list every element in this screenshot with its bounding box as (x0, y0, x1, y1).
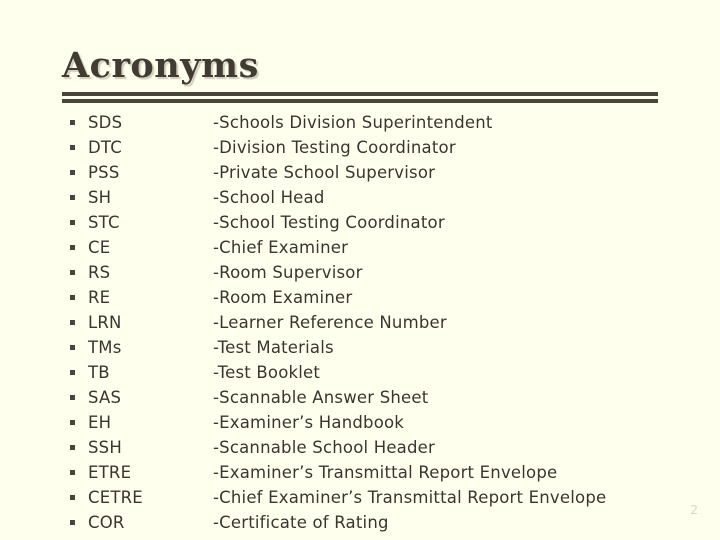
square-bullet-icon (70, 520, 75, 525)
acronym-term: SH (88, 188, 112, 207)
acronym-definition: -Certificate of Rating (213, 513, 389, 532)
acronym-term: COR (88, 513, 125, 532)
square-bullet-icon (70, 245, 75, 250)
acronym-term: SSH (88, 438, 122, 457)
list-item: DTC -Division Testing Coordinator (62, 135, 682, 160)
title-block: Acronyms (62, 45, 662, 86)
list-item: COR -Certificate of Rating (62, 510, 682, 535)
list-item: TB -Test Booklet (62, 360, 682, 385)
square-bullet-icon (70, 195, 75, 200)
acronym-definition: -Schools Division Superintendent (213, 113, 493, 132)
acronym-definition: -Scannable School Header (213, 438, 435, 457)
list-item: CETRE -Chief Examiner’s Transmittal Repor… (62, 485, 682, 510)
list-item: STC -School Testing Coordinator (62, 210, 682, 235)
acronym-definition: -Scannable Answer Sheet (213, 388, 429, 407)
acronym-term: ETRE (88, 463, 132, 482)
acronym-term: LRN (88, 313, 122, 332)
list-item: CE -Chief Examiner (62, 235, 682, 260)
square-bullet-icon (70, 370, 75, 375)
acronym-definition: -Examiner’s Handbook (213, 413, 405, 432)
acronym-definition: -Chief Examiner (213, 238, 349, 257)
divider-line-bottom (62, 99, 658, 103)
square-bullet-icon (70, 120, 75, 125)
acronym-definition: -Chief Examiner’s Transmittal Report Env… (213, 488, 607, 507)
square-bullet-icon (70, 270, 75, 275)
list-item: RE -Room Examiner (62, 285, 682, 310)
acronym-term: TMs (88, 338, 122, 357)
list-item: RS -Room Supervisor (62, 260, 682, 285)
square-bullet-icon (70, 470, 75, 475)
list-item: ETRE -Examiner’s Transmittal Report Envel… (62, 460, 682, 485)
square-bullet-icon (70, 170, 75, 175)
acronym-definition: -Room Supervisor (213, 263, 363, 282)
square-bullet-icon (70, 420, 75, 425)
square-bullet-icon (70, 295, 75, 300)
acronym-definition: -Room Examiner (213, 288, 353, 307)
list-item: LRN -Learner Reference Number (62, 310, 682, 335)
square-bullet-icon (70, 445, 75, 450)
acronym-definition: -Division Testing Coordinator (213, 138, 456, 157)
list-item: TMs -Test Materials (62, 335, 682, 360)
list-item: SSH -Scannable School Header (62, 435, 682, 460)
acronym-term: STC (88, 213, 120, 232)
page-title: Acronyms (62, 45, 259, 86)
acronym-term: EH (88, 413, 112, 432)
acronym-definition: -Test Booklet (213, 363, 321, 382)
acronym-definition: -Private School Supervisor (213, 163, 436, 182)
square-bullet-icon (70, 495, 75, 500)
square-bullet-icon (70, 345, 75, 350)
slide-canvas: Acronyms SDS -Schools Division Superinten… (0, 0, 720, 540)
acronym-definition: -School Head (213, 188, 325, 207)
list-item: PSS -Private School Supervisor (62, 160, 682, 185)
acronym-term: RE (88, 288, 111, 307)
list-item: SDS -Schools Division Superintendent (62, 110, 682, 135)
acronym-term: SDS (88, 113, 123, 132)
square-bullet-icon (70, 395, 75, 400)
list-item: SH -School Head (62, 185, 682, 210)
acronym-term: PSS (88, 163, 120, 182)
list-item: EH -Examiner’s Handbook (62, 410, 682, 435)
title-divider (62, 92, 658, 103)
acronym-definition: -Test Materials (213, 338, 334, 357)
square-bullet-icon (70, 320, 75, 325)
list-item: SAS -Scannable Answer Sheet (62, 385, 682, 410)
acronym-term: CETRE (88, 488, 143, 507)
acronym-term: SAS (88, 388, 122, 407)
acronym-term: RS (88, 263, 111, 282)
square-bullet-icon (70, 220, 75, 225)
acronym-definition: -Learner Reference Number (213, 313, 447, 332)
acronym-term: DTC (88, 138, 122, 157)
acronym-list: SDS -Schools Division Superintendent DTC -D… (62, 110, 682, 535)
page-number: 2 (690, 503, 698, 517)
square-bullet-icon (70, 145, 75, 150)
acronym-term: TB (88, 363, 110, 382)
acronym-definition: -Examiner’s Transmittal Report Envelope (213, 463, 558, 482)
acronym-definition: -School Testing Coordinator (213, 213, 445, 232)
acronym-term: CE (88, 238, 111, 257)
